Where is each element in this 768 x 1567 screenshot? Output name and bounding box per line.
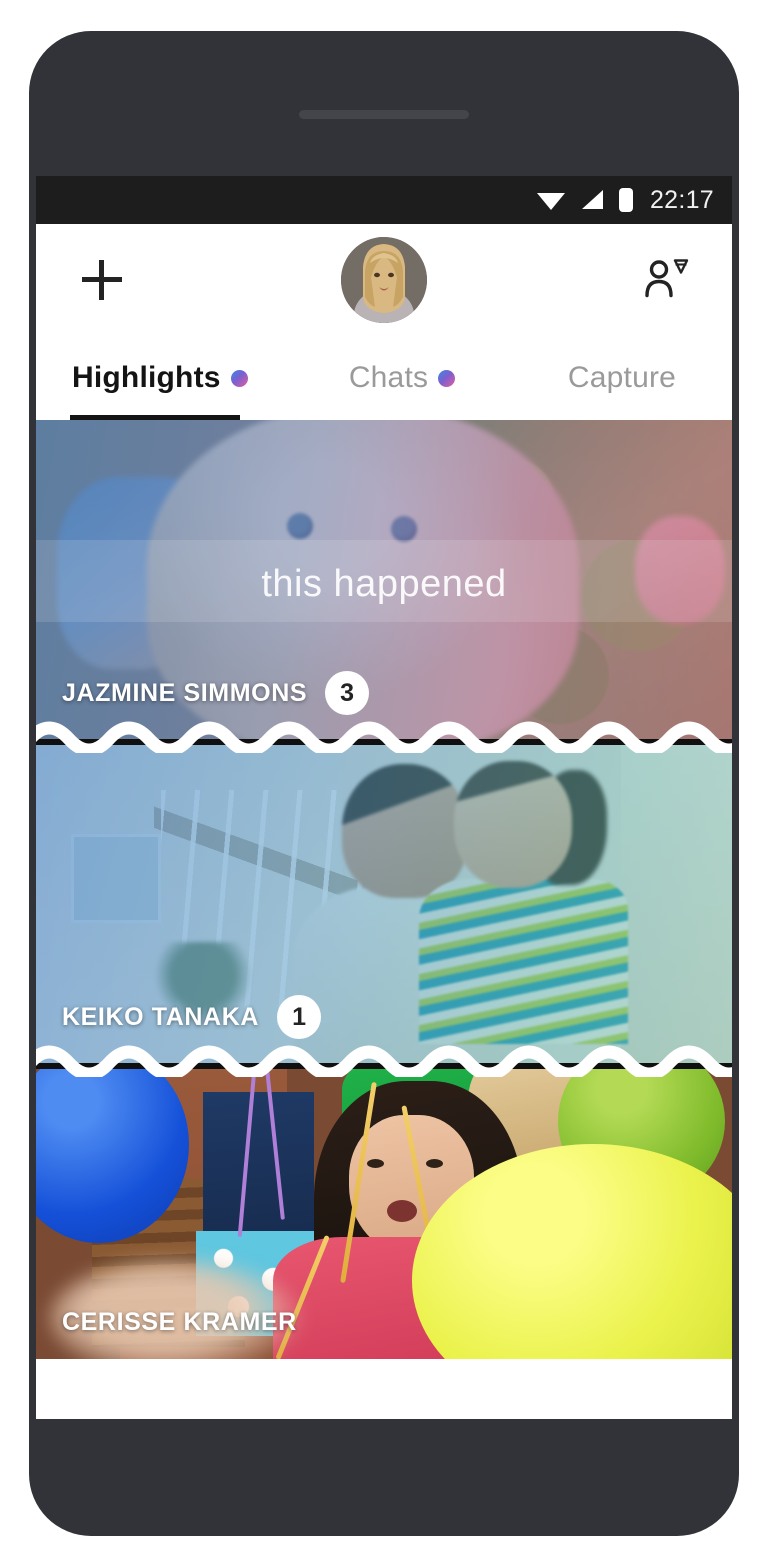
tab-capture-label: Capture	[567, 361, 677, 394]
tab-highlights[interactable]: Highlights	[36, 336, 292, 420]
phone-screen: 22:17 Highlights Chats Capture this happ…	[36, 176, 732, 1419]
highlight-card[interactable]: KEIKO TANAKA 1	[36, 745, 732, 1063]
tab-chats-badge-dot	[438, 369, 456, 387]
card-unread-count-badge: 3	[325, 671, 370, 715]
card-unread-count-badge: 1	[277, 995, 322, 1039]
battery-icon	[618, 188, 633, 212]
wave-divider	[36, 721, 732, 753]
add-button[interactable]	[82, 260, 122, 300]
status-bar: 22:17	[36, 176, 732, 224]
tab-highlights-label: Highlights	[72, 361, 221, 394]
tab-chats-label: Chats	[348, 361, 429, 394]
phone-device-frame: 22:17 Highlights Chats Capture this happ…	[29, 31, 739, 1536]
avatar-photo	[341, 237, 427, 323]
card-meta-row: CERISSE KRAMER	[62, 1308, 297, 1337]
add-contact-button[interactable]	[644, 257, 690, 304]
add-contact-diamond-icon	[645, 259, 689, 298]
plus-icon	[82, 260, 122, 300]
caption-this-happened: this happened	[261, 563, 507, 605]
avatar[interactable]	[341, 237, 427, 323]
status-bar-clock: 22:17	[649, 185, 714, 214]
app-header	[36, 224, 732, 336]
card-meta-row: JAZMINE SIMMONS 3	[62, 671, 370, 715]
card-author-name: KEIKO TANAKA	[62, 1002, 260, 1031]
cellular-signal-icon	[581, 190, 603, 209]
highlight-card[interactable]: this happened JAZMINE SIMMONS 3	[36, 420, 732, 739]
wave-divider	[36, 1045, 732, 1077]
card-author-name: JAZMINE SIMMONS	[62, 678, 308, 707]
tab-highlights-badge-dot	[230, 369, 248, 387]
wifi-icon	[536, 193, 565, 210]
tab-chats[interactable]: Chats	[292, 336, 512, 420]
highlight-card[interactable]: CERISSE KRAMER	[36, 1069, 732, 1359]
tab-capture[interactable]: Capture	[512, 336, 732, 420]
card-meta-row: KEIKO TANAKA 1	[62, 995, 322, 1039]
speaker-grille	[299, 110, 469, 119]
tab-bar: Highlights Chats Capture	[36, 336, 732, 420]
card-author-name: CERISSE KRAMER	[62, 1308, 297, 1336]
highlights-feed: this happened JAZMINE SIMMONS 3 KEIKO TA…	[36, 420, 732, 1359]
